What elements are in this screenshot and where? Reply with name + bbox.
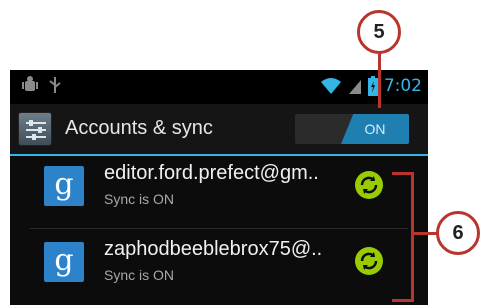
sync-master-toggle[interactable]: ON bbox=[295, 114, 409, 144]
action-bar-divider bbox=[10, 154, 428, 156]
callout-6-leader bbox=[414, 232, 438, 235]
sync-icon[interactable] bbox=[354, 246, 384, 276]
account-sync-status: Sync is ON bbox=[104, 267, 175, 283]
account-item[interactable]: g editor.ford.prefect@gm.. Sync is ON bbox=[10, 158, 428, 224]
callout-6-bracket bbox=[392, 172, 414, 302]
battery-charging-icon bbox=[367, 76, 378, 96]
google-account-icon: g bbox=[44, 166, 84, 206]
list-divider bbox=[30, 228, 408, 229]
account-name: zaphodbeeblebrox75@.. bbox=[104, 238, 323, 260]
settings-sliders-icon[interactable] bbox=[18, 112, 52, 146]
usb-icon bbox=[49, 77, 61, 93]
signal-icon bbox=[348, 80, 361, 94]
account-sync-status: Sync is ON bbox=[104, 191, 175, 207]
clock: 7:02 bbox=[383, 76, 422, 96]
sync-icon[interactable] bbox=[354, 170, 384, 200]
toggle-on-label: ON bbox=[341, 114, 409, 144]
wifi-icon bbox=[320, 78, 341, 94]
action-bar: Accounts & sync ON bbox=[10, 104, 428, 154]
callout-6: 6 bbox=[436, 211, 480, 255]
account-item[interactable]: g zaphodbeeblebrox75@.. Sync is ON bbox=[10, 234, 428, 300]
callout-5-leader bbox=[378, 54, 381, 108]
account-name: editor.ford.prefect@gm.. bbox=[104, 162, 319, 184]
google-account-icon: g bbox=[44, 242, 84, 282]
callout-5: 5 bbox=[357, 10, 401, 54]
status-bar: 7:02 bbox=[10, 70, 428, 104]
page-title: Accounts & sync bbox=[65, 117, 213, 139]
phone-screen: 7:02 Accounts & sync ON g editor.ford.pr… bbox=[10, 70, 428, 305]
android-debug-icon bbox=[22, 76, 38, 91]
